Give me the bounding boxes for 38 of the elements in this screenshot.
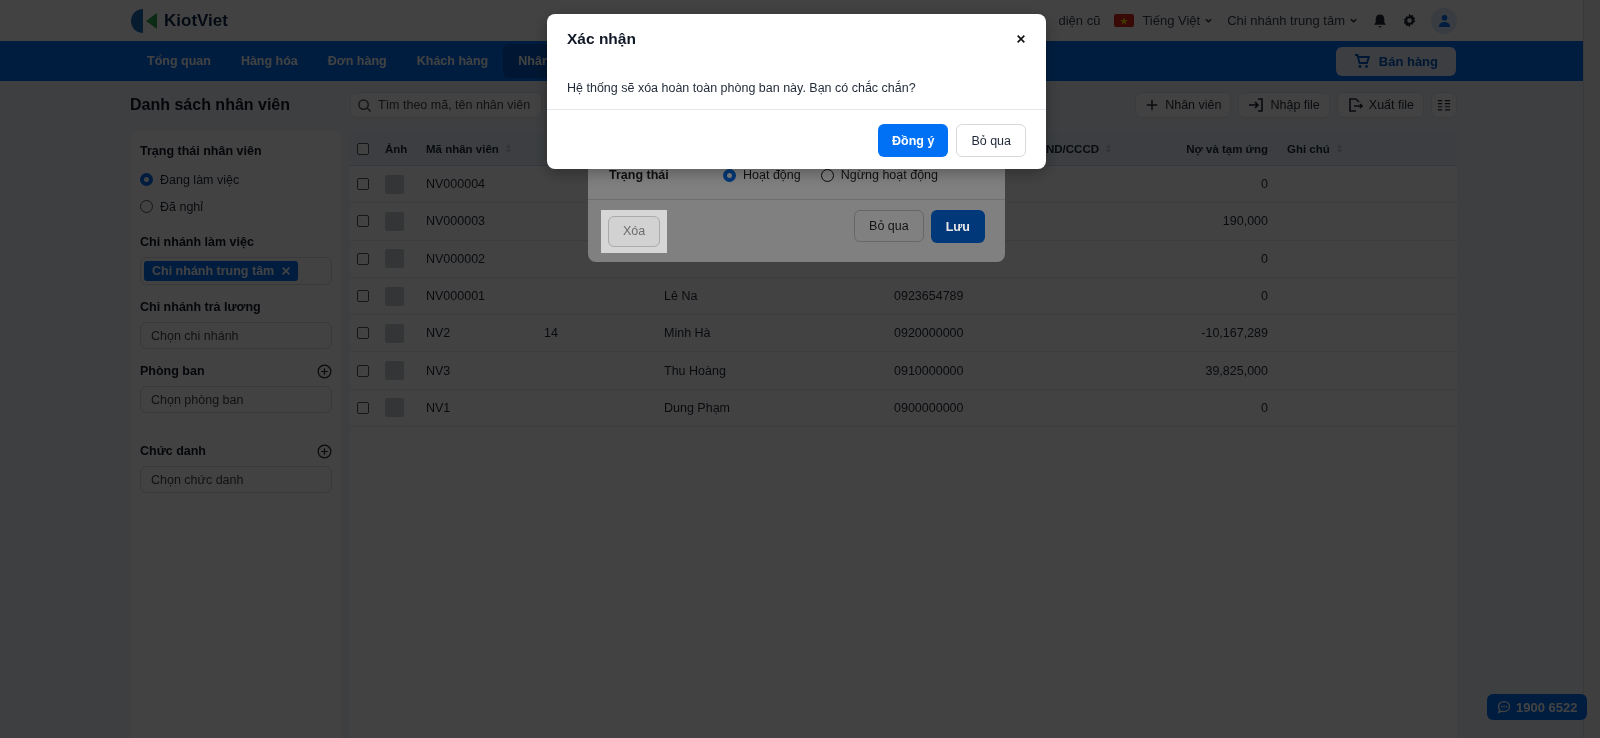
save-button[interactable]: Lưu <box>930 210 985 243</box>
table-cell: 0920000000 <box>894 326 964 341</box>
filter-label: Chức danh <box>140 444 206 458</box>
table-cell: 0910000000 <box>894 363 964 378</box>
table-cell: 0923654789 <box>894 289 964 304</box>
filter-label: Chi nhánh làm việc <box>140 235 254 249</box>
close-icon[interactable] <box>1016 34 1026 44</box>
cancel-button[interactable]: Bỏ qua <box>956 124 1026 157</box>
table-cell: Lê Na <box>664 289 698 304</box>
field-label: Trạng thái <box>609 168 670 182</box>
filter-label: Trạng thái nhân viên <box>140 144 262 158</box>
table-cell: NV000001 <box>426 289 486 304</box>
delete-button[interactable]: Xóa <box>608 215 661 247</box>
filter-label: Phòng ban <box>140 364 205 378</box>
table-cell: NV000003 <box>426 214 486 229</box>
table-cell: 14 <box>544 326 558 341</box>
table-cell: NV1 <box>426 400 451 415</box>
table-cell: NV3 <box>426 363 451 378</box>
table-cell: 39,825,000 <box>1205 363 1268 378</box>
confirm-message: Hệ thống sẽ xóa hoàn toàn phòng ban này. Bạn có chắc chắn? <box>547 64 1046 110</box>
table-cell: Minh Hà <box>664 326 711 341</box>
cancel-button[interactable]: Bỏ qua <box>854 210 924 242</box>
table-cell: -10,167,289 <box>1201 326 1268 341</box>
table-cell: 190,000 <box>1222 214 1268 229</box>
option-label[interactable]: Đang làm việc <box>160 172 240 187</box>
page-title: Danh sách nhân viên <box>130 95 292 115</box>
table-cell: NV000004 <box>426 177 486 192</box>
dialog-title: Xác nhận <box>567 30 636 48</box>
table-cell: Thu Hoàng <box>664 363 726 378</box>
table-cell: NV000002 <box>426 251 486 266</box>
logo-text: KiotViet <box>164 10 228 31</box>
option-label[interactable]: Hoạt động <box>743 168 801 182</box>
table-cell: Dung Phạm <box>664 400 730 415</box>
confirm-button[interactable]: Đồng ý <box>878 124 949 157</box>
option-label[interactable]: Ngừng hoạt động <box>840 168 939 182</box>
table-cell: NV2 <box>426 326 451 341</box>
table-cell: 0900000000 <box>894 400 964 415</box>
filter-label: Chi nhánh trả lương <box>140 300 261 314</box>
